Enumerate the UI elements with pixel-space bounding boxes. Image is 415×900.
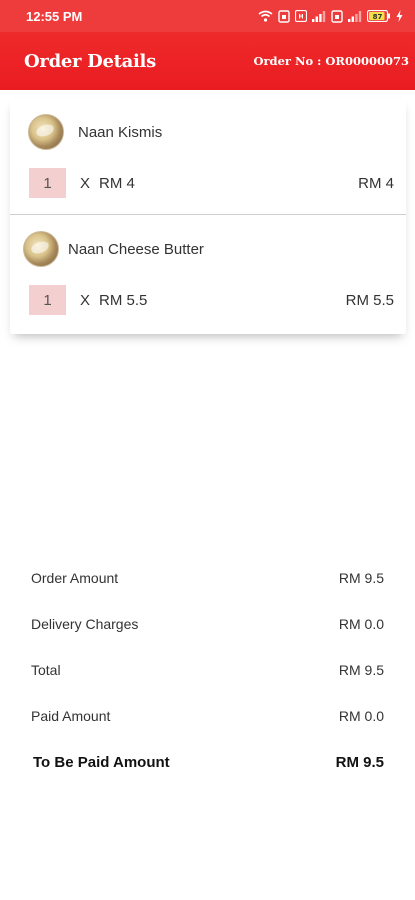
multiply-sign: X [80,292,91,309]
total-value: RM 9.5 [338,662,384,678]
unit-price-value: RM 4 [99,175,135,192]
total-label: Total [31,662,61,678]
line-total: RM 4 [358,175,394,192]
svg-text:H: H [298,14,303,21]
unit-price: X RM 4 [80,175,135,192]
charging-icon [396,10,403,22]
naan-thumbnail-icon [28,114,64,150]
delivery-charges-label: Delivery Charges [31,616,139,632]
app-bar: Order Details Order No : OR00000073 [0,32,415,90]
unit-price-value: RM 5.5 [99,292,148,309]
unit-price: X RM 5.5 [80,292,147,309]
line-total: RM 5.5 [345,292,394,309]
list-item[interactable]: Naan Kismis 1 X RM 4 RM 4 [10,98,406,215]
sim2-icon [331,9,343,23]
order-amount-value: RM 9.5 [338,570,384,586]
battery-icon: 87 [367,10,390,22]
item-name: Naan Cheese Butter [68,241,204,258]
status-time: 12:55 PM [26,8,83,24]
wifi-icon [258,10,273,22]
paid-amount-label: Paid Amount [31,708,111,724]
delivery-charges-value: RM 0.0 [338,616,384,632]
total-row: Total RM 9.5 [31,662,384,708]
order-amount-row: Order Amount RM 9.5 [31,570,384,616]
naan-thumbnail-icon [23,231,59,267]
paid-amount-value: RM 0.0 [338,708,384,724]
battery-level: 87 [373,13,383,21]
list-item[interactable]: Naan Cheese Butter 1 X RM 5.5 RM 5.5 [10,216,406,333]
delivery-charges-row: Delivery Charges RM 0.0 [31,616,384,662]
to-be-paid-label: To Be Paid Amount [33,754,170,771]
sim-icon [278,9,290,23]
multiply-sign: X [80,175,91,192]
to-be-paid-row: To Be Paid Amount RM 9.5 [31,754,384,800]
signal2-icon [348,11,362,22]
status-icons: H 87 [258,9,403,23]
paid-amount-row: Paid Amount RM 0.0 [31,708,384,754]
volte-icon: H [295,10,307,22]
payment-summary: Order Amount RM 9.5 Delivery Charges RM … [31,570,384,800]
status-bar: 12:55 PM H 87 [0,0,415,32]
order-items-card: Naan Kismis 1 X RM 4 RM 4 Naan Cheese But… [10,98,406,334]
order-number: Order No : OR00000073 [253,54,409,68]
quantity-badge: 1 [29,168,66,198]
signal-icon [312,11,326,22]
to-be-paid-value: RM 9.5 [335,754,384,771]
order-amount-label: Order Amount [31,570,119,586]
item-name: Naan Kismis [78,124,163,141]
page-title: Order Details [24,50,156,72]
quantity-badge: 1 [29,285,66,315]
